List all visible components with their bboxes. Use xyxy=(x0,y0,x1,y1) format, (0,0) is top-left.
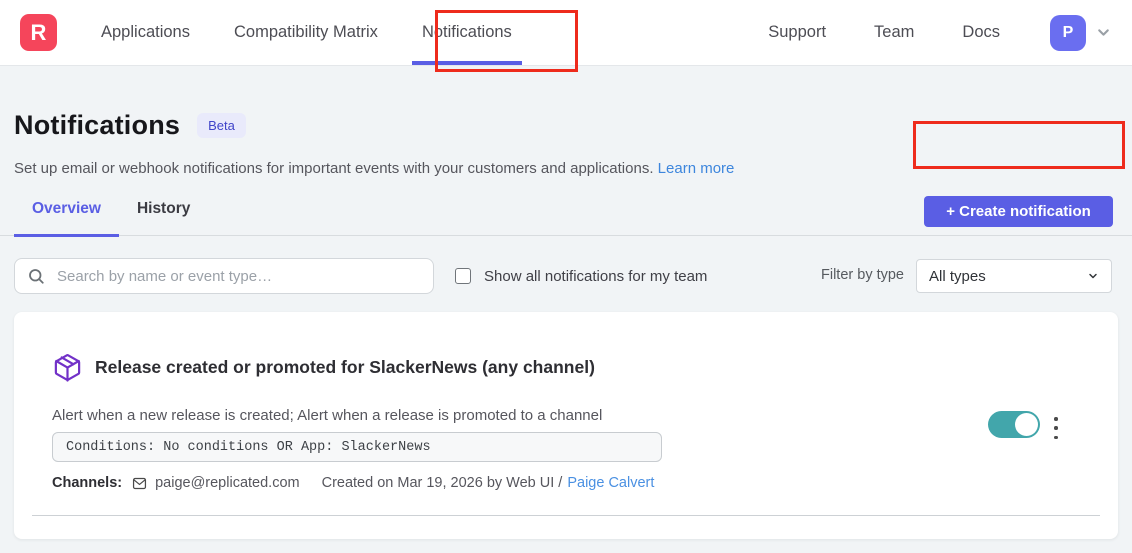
created-text: Created on Mar 19, 2026 by Web UI / xyxy=(322,475,563,491)
chevron-down-icon xyxy=(1087,270,1099,282)
type-filter-select[interactable]: All types xyxy=(916,259,1112,293)
beta-badge: Beta xyxy=(197,113,246,138)
nav-item-team[interactable]: Team xyxy=(864,0,924,65)
show-all-checkbox[interactable] xyxy=(455,268,471,284)
conditions-box: Conditions: No conditions OR App: Slacke… xyxy=(52,432,662,462)
notifications-page: R Applications Compatibility Matrix Noti… xyxy=(0,0,1132,553)
package-icon xyxy=(52,352,83,383)
search-icon xyxy=(27,267,45,285)
nav-item-compatibility-matrix[interactable]: Compatibility Matrix xyxy=(224,0,388,65)
tab-overview[interactable]: Overview xyxy=(14,198,119,236)
replicated-logo[interactable]: R xyxy=(20,14,57,51)
nav-left: Applications Compatibility Matrix Notifi… xyxy=(79,0,534,65)
tabs: Overview History xyxy=(0,198,1132,236)
user-avatar[interactable]: P xyxy=(1050,15,1086,51)
channels-label: Channels: xyxy=(52,475,122,491)
notification-card: Release created or promoted for SlackerN… xyxy=(14,312,1118,539)
channels-row: Channels: paige@replicated.com Created o… xyxy=(52,475,654,491)
search-box xyxy=(14,258,434,294)
filter-by-type-label: Filter by type xyxy=(821,267,904,283)
search-input[interactable] xyxy=(14,258,434,294)
learn-more-link[interactable]: Learn more xyxy=(658,160,735,177)
email-icon xyxy=(131,476,148,491)
filter-row: Show all notifications for my team Filte… xyxy=(0,258,1132,294)
nav-right: Support Team Docs xyxy=(744,0,1024,65)
page-description-text: Set up email or webhook notifications fo… xyxy=(14,160,658,177)
nav-item-support[interactable]: Support xyxy=(758,0,836,65)
notification-enabled-toggle[interactable] xyxy=(988,411,1040,438)
nav-item-applications[interactable]: Applications xyxy=(91,0,200,65)
toggle-knob xyxy=(1015,413,1038,436)
show-all-checkbox-group: Show all notifications for my team xyxy=(455,258,707,294)
main-content: Notifications Beta + Create notification… xyxy=(0,66,1132,553)
page-title-row: Notifications Beta xyxy=(14,110,246,141)
nav-item-docs[interactable]: Docs xyxy=(952,0,1010,65)
page-title: Notifications xyxy=(14,110,180,141)
tab-history[interactable]: History xyxy=(119,198,208,236)
show-all-checkbox-label: Show all notifications for my team xyxy=(484,268,707,285)
chevron-down-icon[interactable] xyxy=(1095,24,1112,41)
notification-description: Alert when a new release is created; Ale… xyxy=(52,407,602,424)
top-nav-bar: R Applications Compatibility Matrix Noti… xyxy=(0,0,1132,66)
card-divider xyxy=(32,515,1100,516)
notification-title: Release created or promoted for SlackerN… xyxy=(95,357,595,378)
nav-item-notifications[interactable]: Notifications xyxy=(412,0,522,65)
notification-title-row: Release created or promoted for SlackerN… xyxy=(52,352,595,383)
kebab-menu-icon[interactable] xyxy=(1049,415,1063,441)
created-by-link[interactable]: Paige Calvert xyxy=(567,475,654,491)
channel-email: paige@replicated.com xyxy=(155,475,300,491)
type-filter-value: All types xyxy=(929,268,986,285)
page-description: Set up email or webhook notifications fo… xyxy=(14,160,734,177)
